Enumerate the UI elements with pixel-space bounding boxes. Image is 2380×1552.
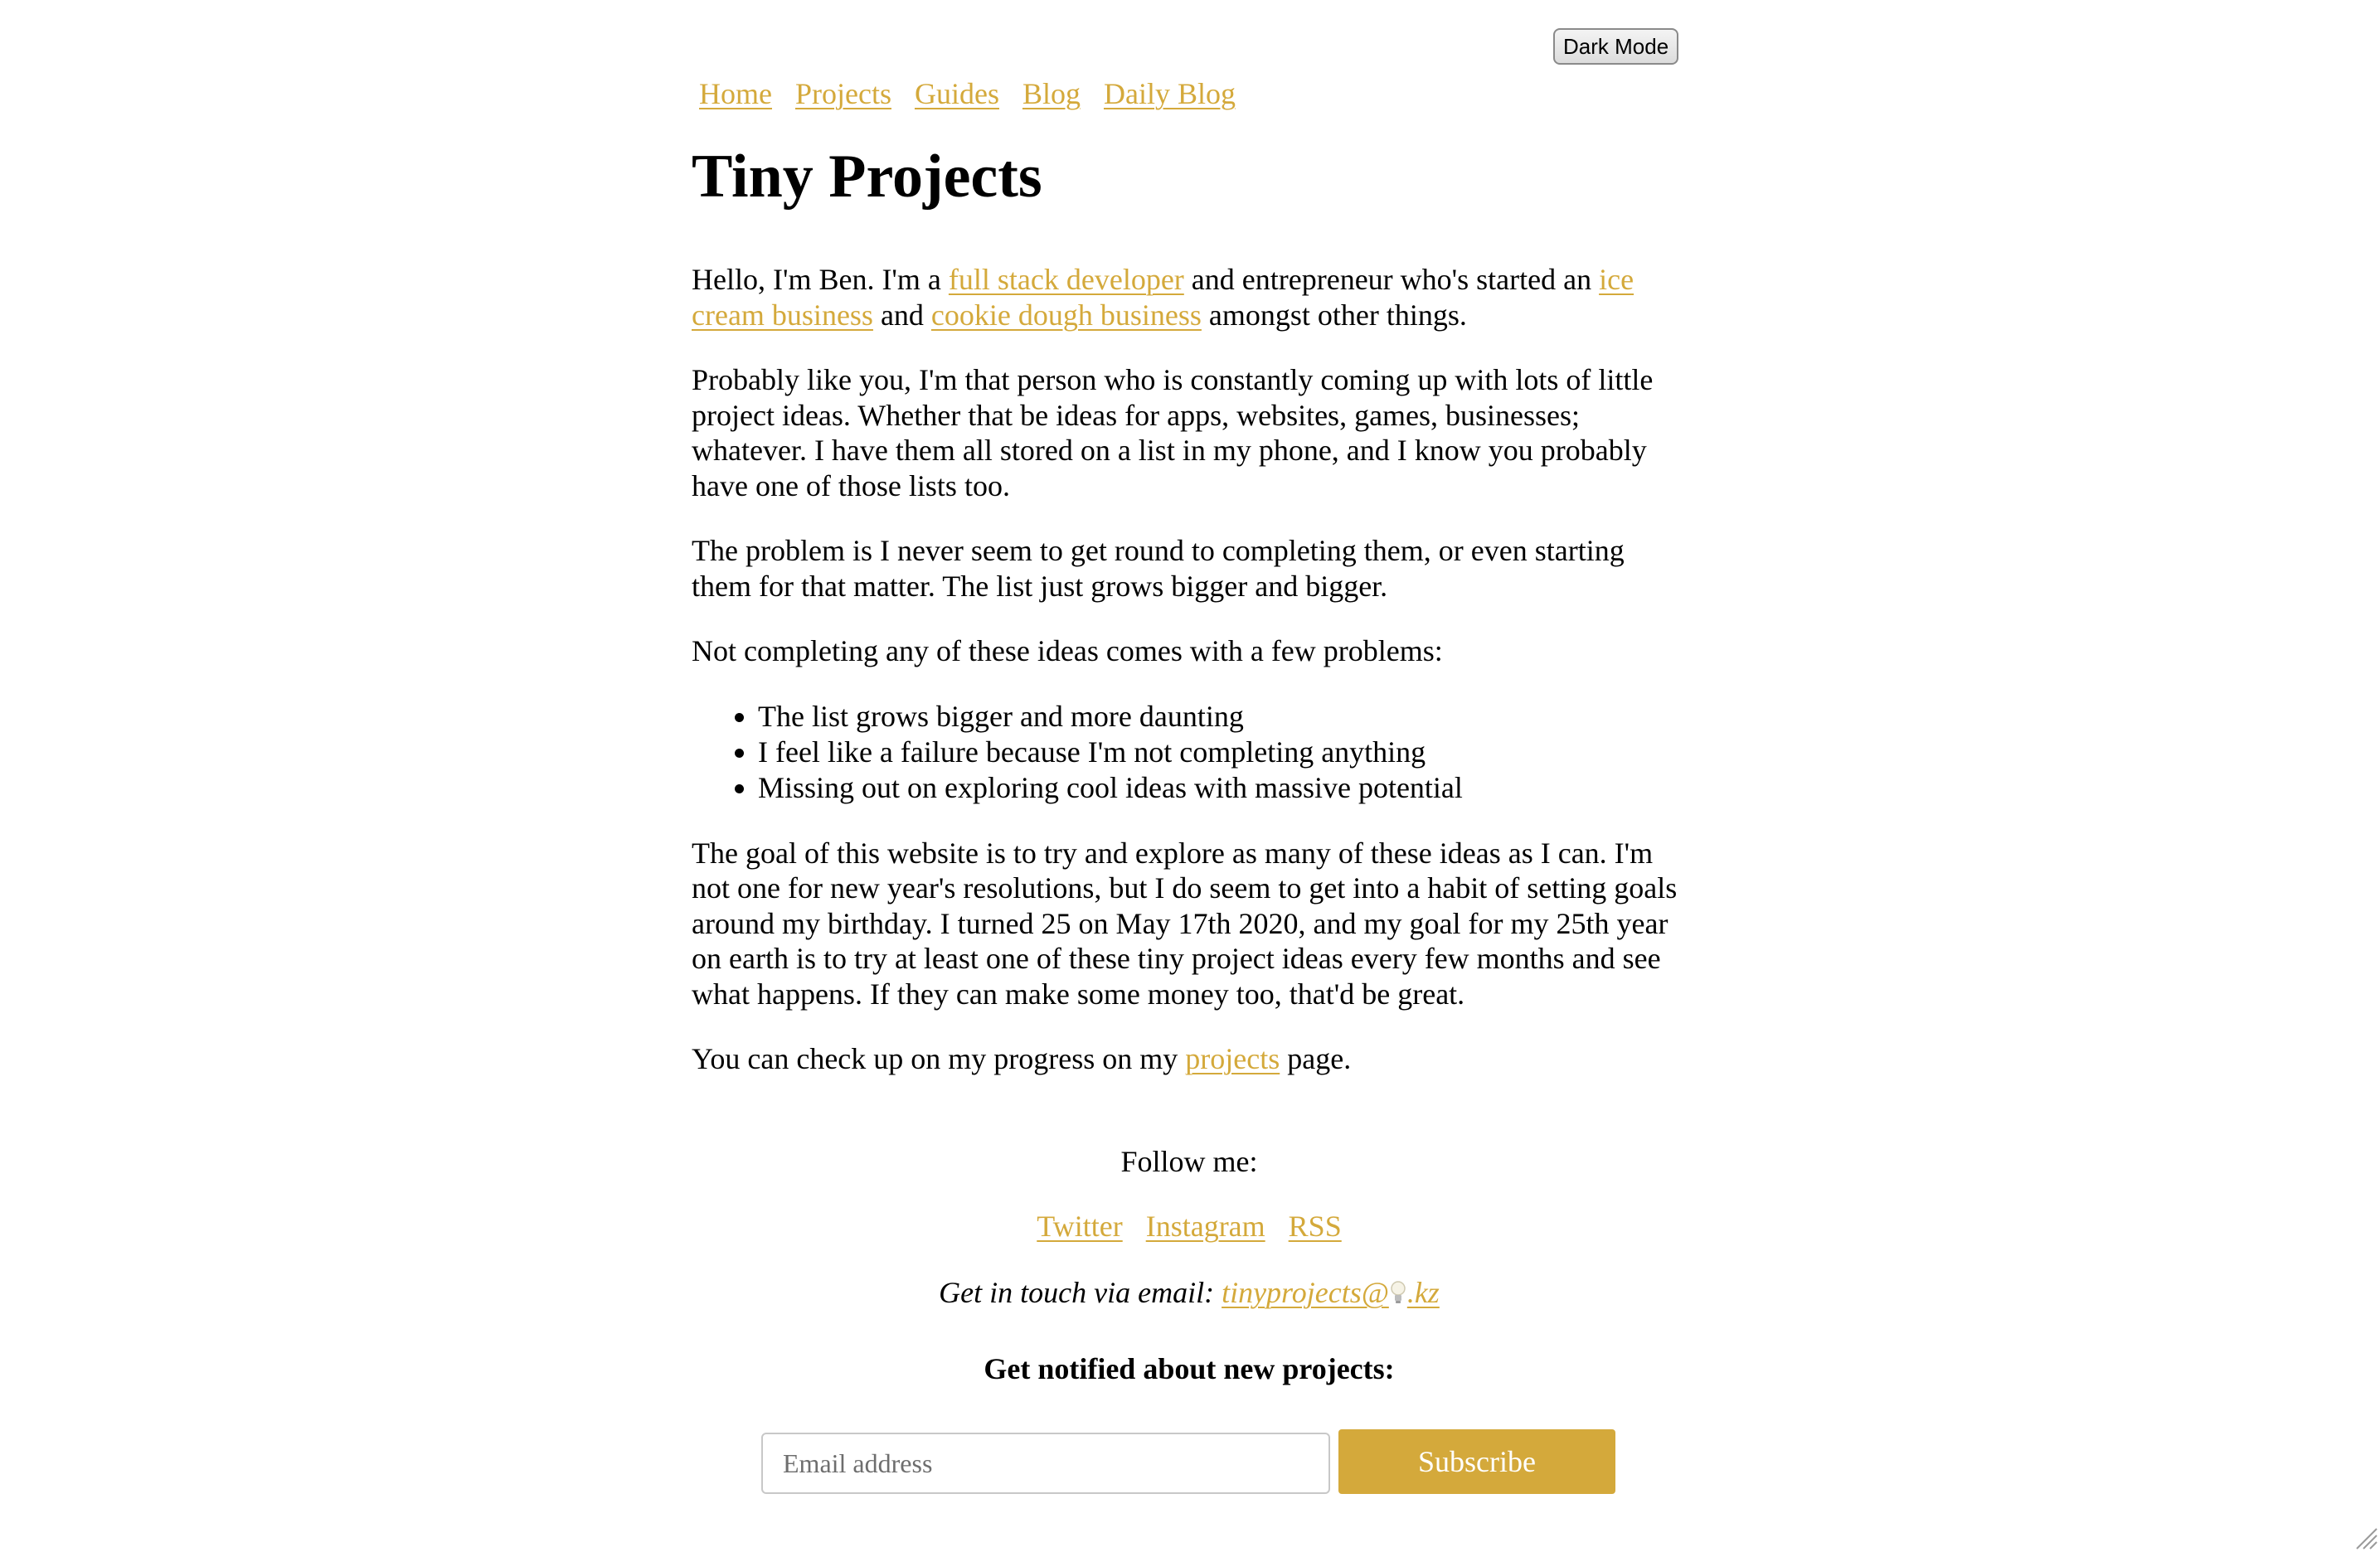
lightbulb-icon	[1391, 1281, 1406, 1303]
email-suffix: .kz	[1406, 1276, 1440, 1309]
progress-text-2: page.	[1280, 1042, 1352, 1075]
list-item: Missing out on exploring cool ideas with…	[758, 770, 1687, 806]
goal-paragraph: The goal of this website is to try and e…	[692, 836, 1678, 1011]
ideas-paragraph: Probably like you, I'm that person who i…	[692, 363, 1654, 502]
instagram-link[interactable]: Instagram	[1146, 1209, 1265, 1244]
rss-link[interactable]: RSS	[1289, 1209, 1342, 1244]
list-item: The list grows bigger and more daunting	[758, 699, 1687, 735]
social-links: Twitter Instagram RSS	[692, 1209, 1687, 1244]
problems-intro-paragraph: Not completing any of these ideas comes …	[692, 634, 1443, 667]
contact-line: Get in touch via email: tinyprojects@ .kz	[692, 1275, 1687, 1310]
nav-blog-link[interactable]: Blog	[1022, 76, 1081, 111]
nav-home-link[interactable]: Home	[699, 76, 772, 111]
footer: Follow me: Twitter Instagram RSS Get in …	[692, 1144, 1687, 1386]
cookie-dough-business-link[interactable]: cookie dough business	[931, 298, 1202, 332]
top-nav: Home Projects Guides Blog Daily Blog	[699, 76, 1236, 111]
subscribe-form: Subscribe	[761, 1429, 1756, 1494]
nav-guides-link[interactable]: Guides	[915, 76, 999, 111]
follow-label: Follow me:	[1120, 1145, 1258, 1178]
progress-paragraph: You can check up on my progress on my pr…	[692, 1041, 1687, 1077]
nav-projects-link[interactable]: Projects	[795, 76, 891, 111]
problem-paragraph: The problem is I never seem to get round…	[692, 534, 1625, 603]
contact-label: Get in touch via email:	[939, 1276, 1222, 1309]
email-link[interactable]: tinyprojects@ .kz	[1222, 1276, 1440, 1309]
list-item: I feel like a failure because I'm not co…	[758, 735, 1687, 770]
main-content: Hello, I'm Ben. I'm a full stack develop…	[692, 262, 1687, 1107]
intro-paragraph: Hello, I'm Ben. I'm a full stack develop…	[692, 262, 1687, 332]
dark-mode-button[interactable]: Dark Mode	[1553, 28, 1679, 65]
resize-handle-icon[interactable]	[2353, 1525, 2378, 1550]
email-prefix: tinyprojects@	[1222, 1276, 1389, 1309]
nav-daily-blog-link[interactable]: Daily Blog	[1104, 76, 1236, 111]
progress-text-1: You can check up on my progress on my	[692, 1042, 1186, 1075]
twitter-link[interactable]: Twitter	[1037, 1209, 1122, 1244]
intro-text-3: and	[872, 298, 931, 332]
intro-text-4: amongst other things.	[1201, 298, 1467, 332]
full-stack-developer-link[interactable]: full stack developer	[949, 263, 1184, 296]
intro-text-2: and entrepreneur who's started an	[1183, 263, 1600, 296]
toolbar: Dark Mode	[1553, 28, 1679, 65]
email-input[interactable]	[761, 1433, 1330, 1494]
projects-link[interactable]: projects	[1185, 1042, 1280, 1075]
page-title: Tiny Projects	[692, 143, 1042, 211]
intro-text-1: Hello, I'm Ben. I'm a	[692, 263, 949, 296]
problems-list: The list grows bigger and more daunting …	[692, 699, 1687, 806]
subscribe-button[interactable]: Subscribe	[1338, 1429, 1615, 1494]
notify-heading: Get notified about new projects:	[984, 1352, 1395, 1385]
